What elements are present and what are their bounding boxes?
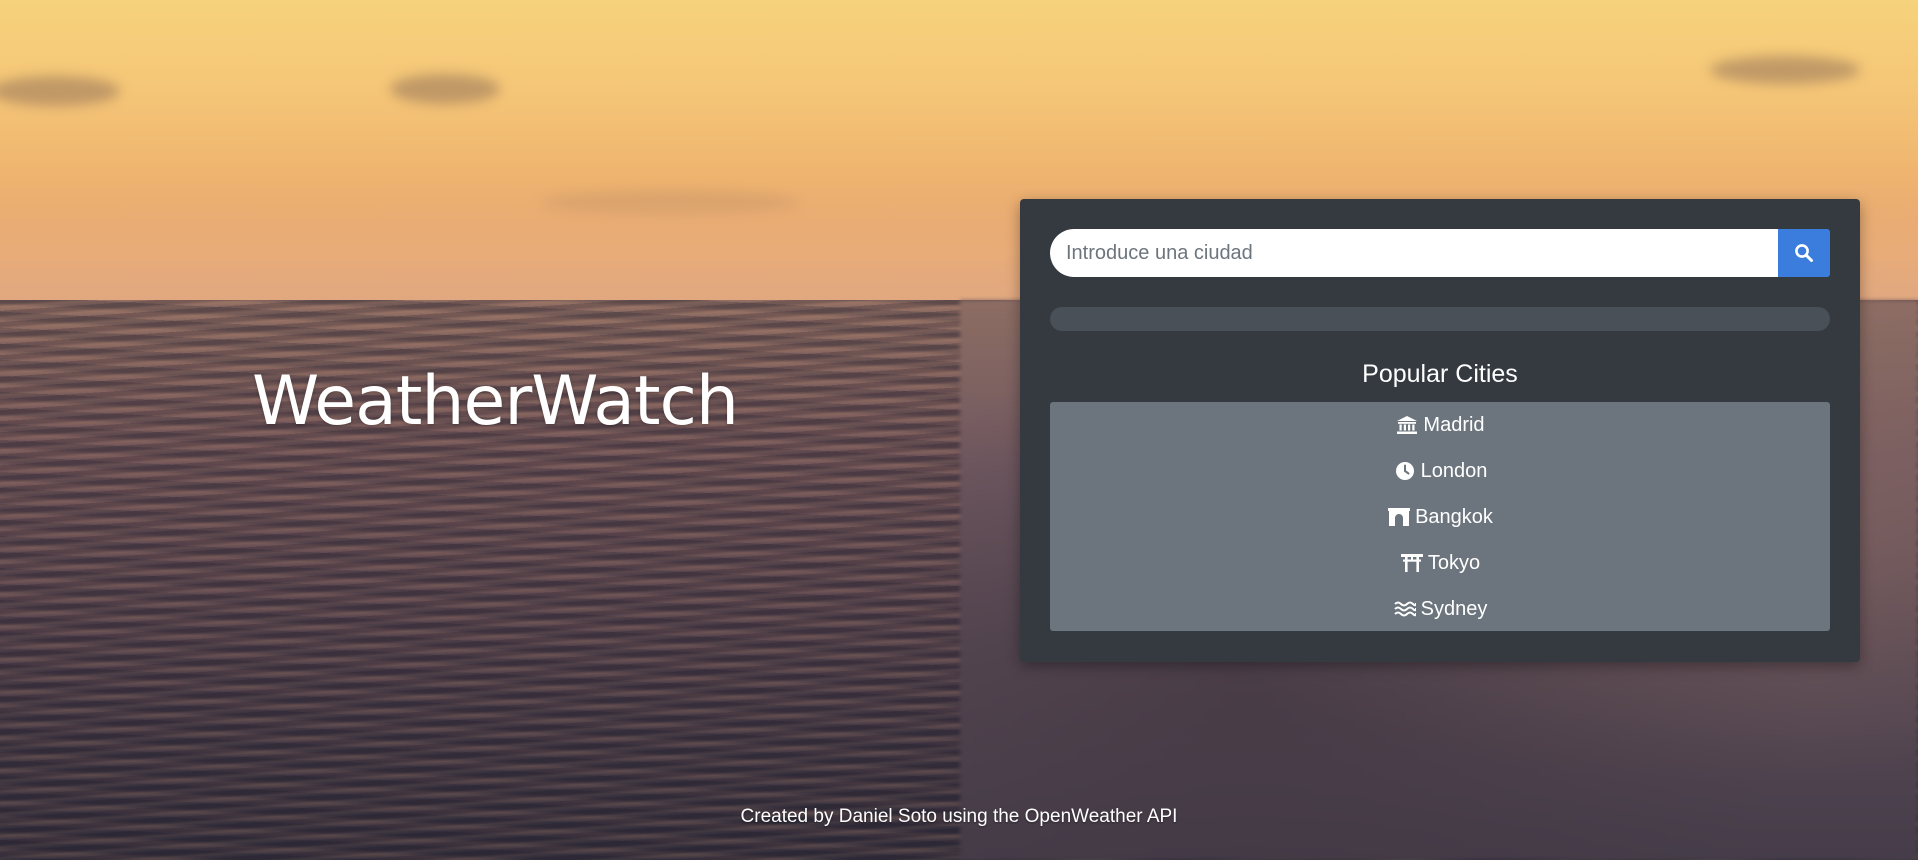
city-item-bangkok[interactable]: Bangkok: [1050, 494, 1830, 540]
city-item-sydney[interactable]: Sydney: [1050, 586, 1830, 632]
footer-credit: Created by Daniel Soto using the OpenWea…: [740, 806, 1178, 827]
loading-progress-bar: [1050, 307, 1830, 331]
popular-cities-title: Popular Cities: [1362, 360, 1518, 388]
city-label: London: [1420, 459, 1488, 482]
search-bar: [1050, 229, 1830, 277]
search-panel: Popular Cities Madrid: [1020, 199, 1860, 662]
torii-gate-icon: [1400, 551, 1424, 575]
popular-cities-list: Madrid London Bangkok Tokyo Sydney: [1050, 402, 1830, 631]
city-search-input[interactable]: [1050, 229, 1778, 277]
cloud: [390, 74, 500, 104]
archway-icon: [1387, 505, 1411, 529]
city-label: Bangkok: [1415, 505, 1493, 528]
city-label: Madrid: [1423, 413, 1485, 436]
city-label: Sydney: [1420, 597, 1488, 620]
city-label: Tokyo: [1427, 551, 1481, 574]
search-icon: [1794, 243, 1814, 263]
cloud: [1710, 56, 1860, 84]
city-item-london[interactable]: London: [1050, 448, 1830, 494]
city-item-madrid[interactable]: Madrid: [1050, 402, 1830, 448]
clock-icon: [1393, 459, 1417, 483]
city-item-tokyo[interactable]: Tokyo: [1050, 540, 1830, 586]
water-icon: [1393, 597, 1417, 621]
landmark-icon: [1395, 413, 1419, 437]
search-button[interactable]: [1778, 229, 1830, 277]
app-title: WeatherWatch: [252, 362, 739, 441]
